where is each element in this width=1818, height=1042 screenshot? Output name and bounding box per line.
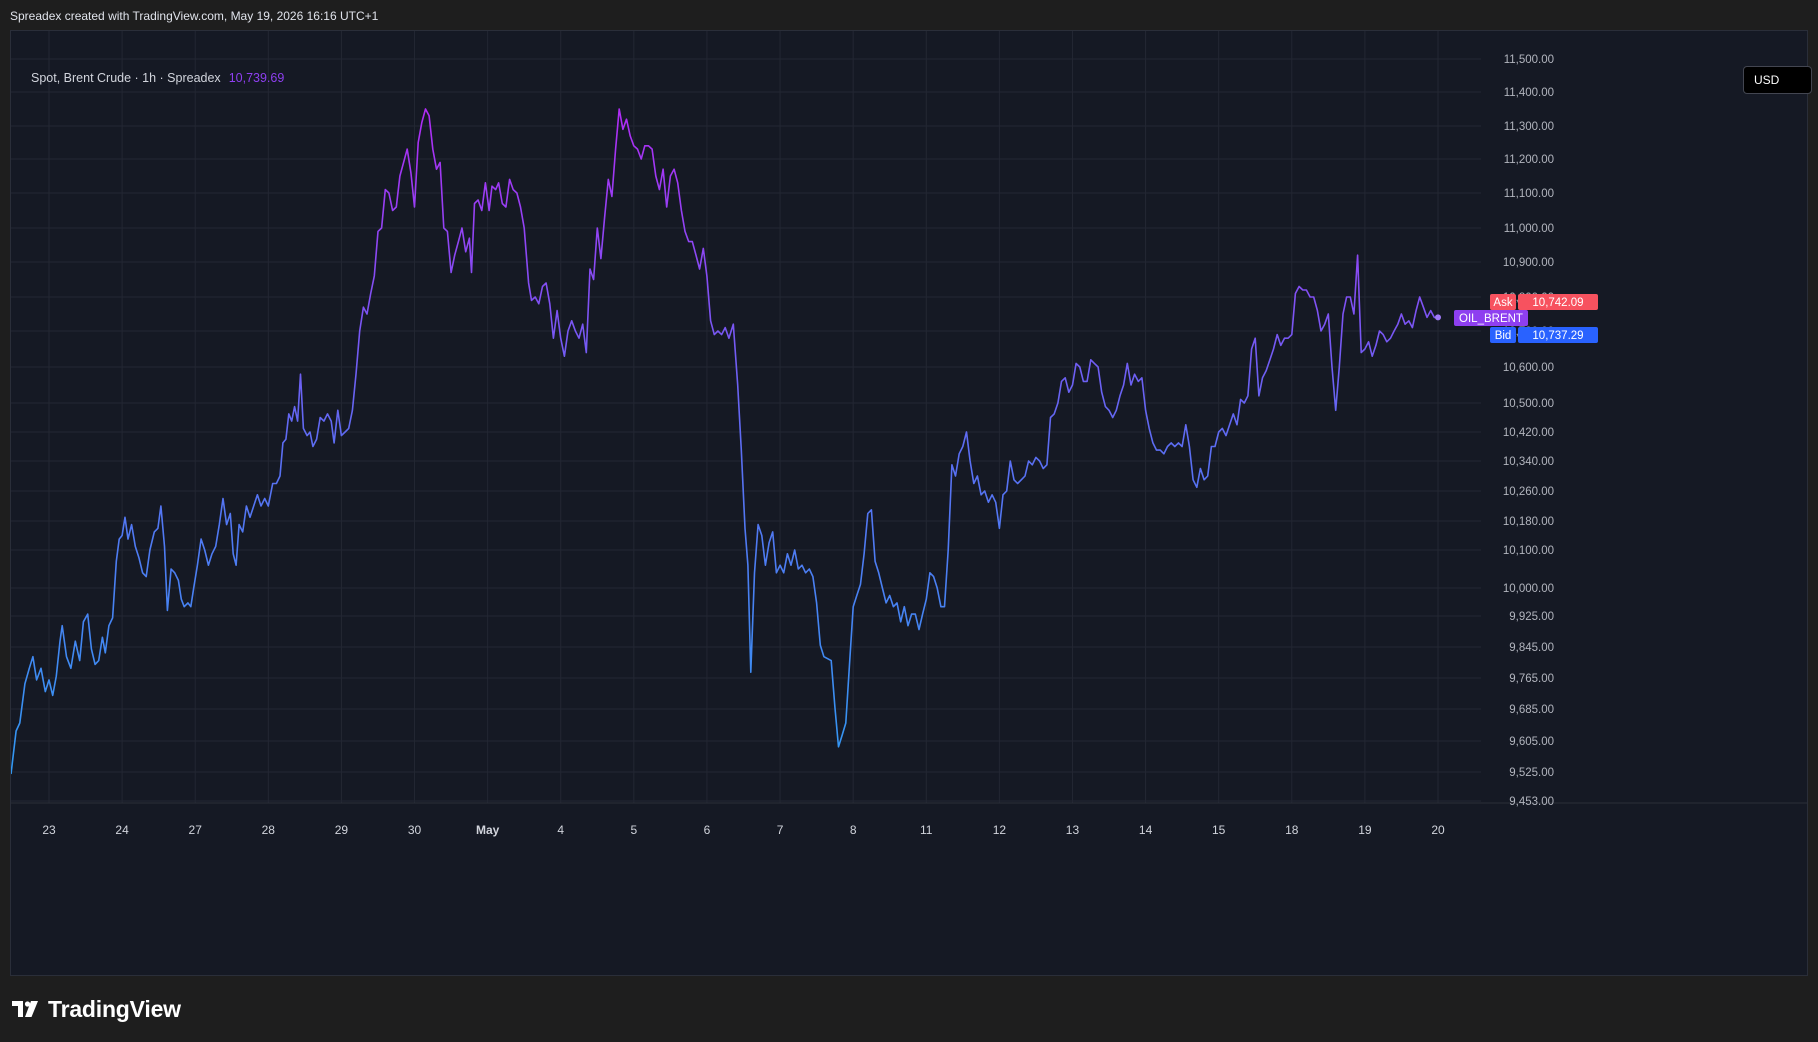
x-tick-label: 8 <box>850 823 857 837</box>
footer-brand-text: TradingView <box>48 995 181 1022</box>
price-tags: Ask 10,742.09 Bid 10,737.29 OIL_BRENT <box>1454 294 1598 343</box>
x-tick-label: 23 <box>42 823 56 837</box>
y-tick-label: 10,900.00 <box>1503 257 1554 269</box>
y-tick-label: 10,600.00 <box>1503 362 1554 374</box>
tradingview-logo-icon <box>12 1001 38 1017</box>
x-tick-label: 12 <box>993 823 1007 837</box>
x-tick-label: 13 <box>1066 823 1080 837</box>
y-tick-label: 10,180.00 <box>1503 516 1554 528</box>
y-tick-label: 10,500.00 <box>1503 398 1554 410</box>
price-axis[interactable]: 9,453.00 9,525.00 9,605.00 9,685.00 9,765.00… <box>1503 54 1554 808</box>
grid-lines <box>11 31 1807 804</box>
x-tick-label: 28 <box>262 823 276 837</box>
y-tick-label: 10,000.00 <box>1503 583 1554 595</box>
chart-legend[interactable]: Spot, Brent Crude · 1h · Spreadex 10,739.… <box>31 71 284 85</box>
price-series-line <box>11 108 1438 775</box>
y-tick-label: 10,420.00 <box>1503 427 1554 439</box>
y-tick-label: 9,453.00 <box>1509 796 1554 808</box>
y-tick-label: 11,500.00 <box>1504 54 1554 66</box>
x-tick-label: 24 <box>115 823 129 837</box>
chart-canvas[interactable]: 9,453.00 9,525.00 9,605.00 9,685.00 9,765.00… <box>11 31 1807 975</box>
x-tick-label: 11 <box>920 823 933 837</box>
last-price-marker <box>1435 314 1441 321</box>
y-tick-label: 9,765.00 <box>1509 673 1554 685</box>
y-tick-label: 9,845.00 <box>1509 642 1554 654</box>
x-tick-label: 15 <box>1212 823 1226 837</box>
y-tick-label: 11,300.00 <box>1504 121 1554 133</box>
price-tag-bid-value: 10,737.29 <box>1532 330 1583 342</box>
y-tick-label: 9,525.00 <box>1509 767 1554 779</box>
currency-selector[interactable]: USD <box>1743 66 1812 94</box>
price-tag-bid: Bid 10,737.29 <box>1490 327 1598 343</box>
x-tick-label: 19 <box>1358 823 1372 837</box>
y-tick-label: 11,100.00 <box>1504 188 1554 200</box>
y-tick-label: 9,685.00 <box>1509 704 1554 716</box>
x-tick-label: 30 <box>408 823 422 837</box>
x-tick-label: 27 <box>189 823 203 837</box>
y-tick-label: 11,000.00 <box>1504 223 1554 235</box>
y-tick-label: 9,925.00 <box>1509 611 1554 623</box>
price-tag-symbol: OIL_BRENT <box>1454 310 1528 326</box>
footer-logo[interactable]: TradingView <box>12 994 181 1024</box>
x-tick-label: 6 <box>704 823 711 837</box>
attribution-text: Spreadex created with TradingView.com, M… <box>10 9 379 23</box>
price-tag-symbol-label: OIL_BRENT <box>1459 313 1523 325</box>
legend-value: 10,739.69 <box>228 71 285 85</box>
price-tag-ask-value: 10,742.09 <box>1532 297 1583 309</box>
y-tick-label: 11,400.00 <box>1504 87 1554 99</box>
price-tag-bid-label: Bid <box>1495 330 1512 342</box>
x-tick-label: May <box>476 823 500 837</box>
x-tick-label: 5 <box>630 823 637 837</box>
y-tick-label: 10,260.00 <box>1503 486 1554 498</box>
x-tick-label: 20 <box>1431 823 1445 837</box>
x-tick-label: 7 <box>777 823 784 837</box>
x-tick-label: 18 <box>1285 823 1299 837</box>
y-tick-label: 9,605.00 <box>1509 736 1554 748</box>
price-tag-ask-label: Ask <box>1493 297 1512 309</box>
legend-symbol: Spot, Brent Crude · 1h · Spreadex <box>31 71 221 85</box>
time-axis[interactable]: 23 24 27 28 29 30 May 4 5 6 7 8 11 12 13 14 15 18 19 20 <box>42 823 1445 837</box>
chart-panel[interactable]: 9,453.00 9,525.00 9,605.00 9,685.00 9,765.00… <box>10 30 1812 976</box>
y-tick-label: 11,200.00 <box>1504 154 1554 166</box>
y-tick-label: 10,100.00 <box>1503 545 1554 557</box>
price-tag-ask: Ask 10,742.09 <box>1490 294 1598 310</box>
y-tick-label: 10,340.00 <box>1503 456 1554 468</box>
x-tick-label: 14 <box>1139 823 1153 837</box>
x-tick-label: 29 <box>335 823 349 837</box>
x-tick-label: 4 <box>557 823 564 837</box>
